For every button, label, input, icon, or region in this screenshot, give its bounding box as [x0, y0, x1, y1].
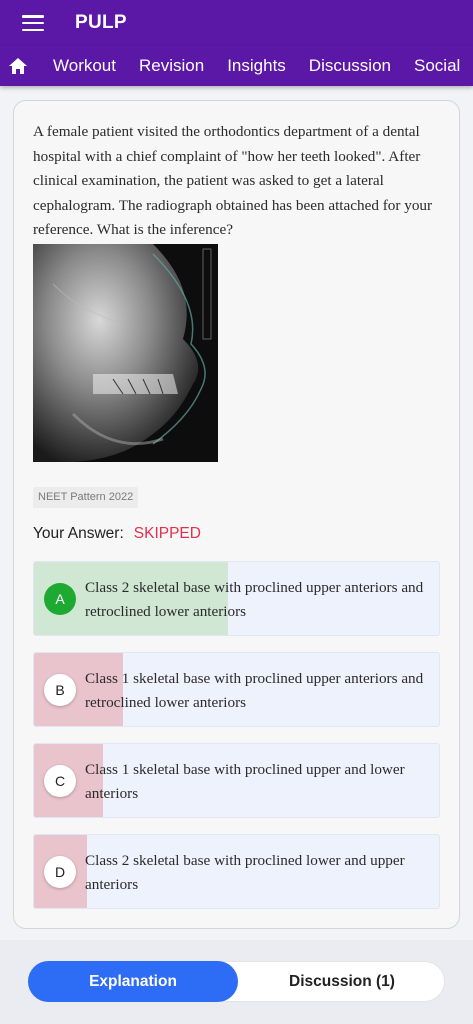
option-c[interactable]: C Class 1 skeletal base with proclined up…: [33, 743, 440, 818]
option-text: Class 2 skeletal base with proclined upp…: [85, 579, 424, 620]
tab-workout[interactable]: Workout: [38, 56, 128, 76]
exam-pattern-tag: NEET Pattern 2022: [33, 487, 139, 508]
option-letter-badge: D: [44, 855, 76, 888]
question-text: A female patient visited the orthodontic…: [33, 123, 433, 238]
option-text: Class 1 skeletal base with proclined upp…: [85, 761, 405, 802]
bottom-bar: Explanation Discussion (1): [0, 940, 473, 1024]
nav-tabs: Workout Revision Insights Discussion Soc…: [0, 46, 473, 86]
explanation-button[interactable]: Explanation: [28, 961, 238, 1002]
option-text: Class 1 skeletal base with proclined upp…: [85, 670, 424, 711]
option-d[interactable]: D Class 2 skeletal base with proclined lo…: [33, 834, 440, 909]
tab-discussion[interactable]: Discussion: [297, 56, 402, 76]
option-letter-badge: C: [44, 764, 76, 797]
question-card: A female patient visited the orthodontic…: [13, 100, 460, 929]
tab-revision[interactable]: Revision: [128, 56, 216, 76]
tab-insights[interactable]: Insights: [216, 56, 298, 76]
option-letter-badge: A: [44, 582, 76, 615]
explanation-discussion-toggle: Explanation Discussion (1): [28, 961, 445, 1002]
your-answer-status: SKIPPED: [133, 525, 201, 542]
cephalogram-image: [33, 244, 218, 462]
tab-social[interactable]: Social: [403, 56, 472, 76]
option-b[interactable]: B Class 1 skeletal base with proclined up…: [33, 652, 440, 727]
option-text: Class 2 skeletal base with proclined low…: [85, 852, 405, 893]
discussion-button[interactable]: Discussion (1): [238, 961, 446, 1002]
option-letter-badge: B: [44, 673, 76, 706]
home-icon[interactable]: [0, 46, 38, 86]
app-bar: PULP: [0, 0, 473, 46]
hamburger-menu-icon[interactable]: [22, 15, 44, 31]
app-title: PULP: [75, 12, 127, 33]
your-answer-label: Your Answer:: [33, 525, 124, 542]
option-a[interactable]: A Class 2 skeletal base with proclined up…: [33, 561, 440, 636]
your-answer-row: Your Answer: SKIPPED: [33, 525, 201, 543]
